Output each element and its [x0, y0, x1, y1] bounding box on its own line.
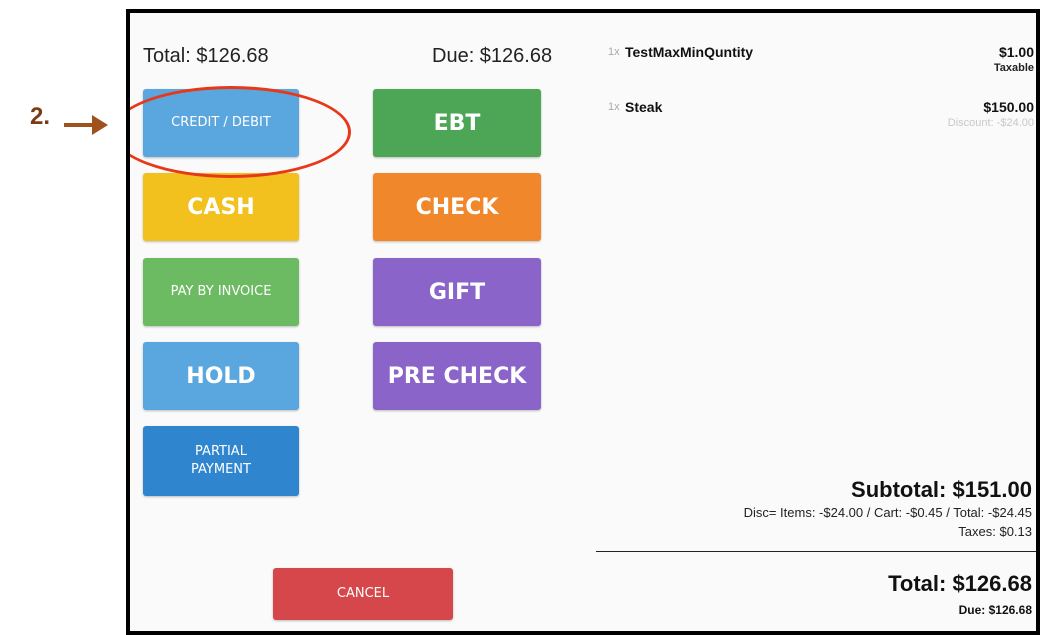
- step-number-label: 2.: [30, 103, 51, 130]
- gift-button[interactable]: GIFT: [373, 258, 541, 326]
- item-quantity: 1x: [608, 101, 620, 113]
- highlight-circle: [130, 86, 351, 178]
- partial-payment-label-line1: PARTIAL: [195, 444, 247, 459]
- hold-button[interactable]: HOLD: [143, 342, 299, 410]
- item-note: Discount: -$24.00: [947, 117, 1034, 129]
- pre-check-button[interactable]: PRE CHECK: [373, 342, 541, 410]
- discount-summary: Disc= Items: -$24.00 / Cart: -$0.45 / To…: [743, 505, 1032, 520]
- item-price: $1.00: [998, 44, 1034, 60]
- item-note: Taxable: [993, 62, 1034, 74]
- item-name: TestMaxMinQuntity: [625, 44, 754, 60]
- item-name: Steak: [625, 99, 663, 115]
- due-amount: Due: $126.68: [958, 603, 1032, 617]
- divider: [596, 551, 1036, 552]
- ebt-button[interactable]: EBT: [373, 89, 541, 157]
- pay-by-invoice-button[interactable]: PAY BY INVOICE: [143, 258, 299, 326]
- cancel-button[interactable]: CANCEL: [273, 568, 453, 620]
- cash-button[interactable]: CASH: [143, 173, 299, 241]
- subtotal: Subtotal: $151.00: [851, 477, 1032, 502]
- due-amount-header: Due: $126.68: [432, 45, 553, 67]
- taxes-amount: Taxes: $0.13: [958, 524, 1032, 539]
- total-amount: Total: $126.68: [888, 571, 1032, 596]
- arrow-right-icon: [64, 115, 108, 135]
- partial-payment-label-line2: PAYMENT: [191, 462, 251, 477]
- item-price: $150.00: [983, 99, 1034, 115]
- partial-payment-button[interactable]: PARTIAL PAYMENT: [143, 426, 299, 496]
- pos-payment-screen: Total: $126.68 Due: $126.68 CREDIT / DEB…: [126, 9, 1040, 635]
- list-item[interactable]: 1x Steak $150.00 Discount: -$24.00: [608, 99, 1036, 141]
- list-item[interactable]: 1x TestMaxMinQuntity $1.00 Taxable: [608, 44, 1036, 86]
- check-button[interactable]: CHECK: [373, 173, 541, 241]
- total-amount-header: Total: $126.68: [143, 45, 269, 67]
- item-quantity: 1x: [608, 46, 620, 58]
